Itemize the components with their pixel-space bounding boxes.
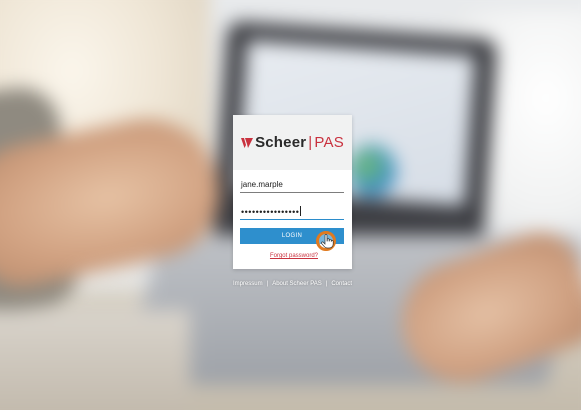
footer-link-contact[interactable]: Contact	[331, 281, 352, 287]
username-field[interactable]: jane.marple	[240, 177, 344, 193]
text-caret	[300, 206, 302, 216]
brand-logo: Scheer | PAS	[241, 135, 344, 150]
login-card-header: Scheer | PAS	[233, 115, 352, 170]
brand-name: Scheer	[255, 134, 307, 151]
footer-separator: |	[266, 281, 269, 287]
scheer-logo-mark-icon	[241, 137, 254, 148]
username-value: jane.marple	[241, 180, 283, 189]
footer-separator: |	[325, 281, 328, 287]
login-screen: Scheer | PAS jane.marple •••••••••••••••…	[0, 0, 581, 410]
forgot-password-link[interactable]: Forgot password?	[233, 253, 352, 259]
footer-links: Impressum | About Scheer PAS | Contact	[190, 281, 395, 287]
hand-pointer-icon	[321, 234, 334, 249]
password-field[interactable]: ••••••••••••••••	[240, 204, 344, 220]
footer-link-about[interactable]: About Scheer PAS	[272, 281, 322, 287]
brand-separator: |	[308, 134, 313, 151]
brand-product: PAS	[314, 134, 344, 151]
footer-link-impressum[interactable]: Impressum	[233, 281, 263, 287]
password-value: ••••••••••••••••	[241, 207, 300, 217]
